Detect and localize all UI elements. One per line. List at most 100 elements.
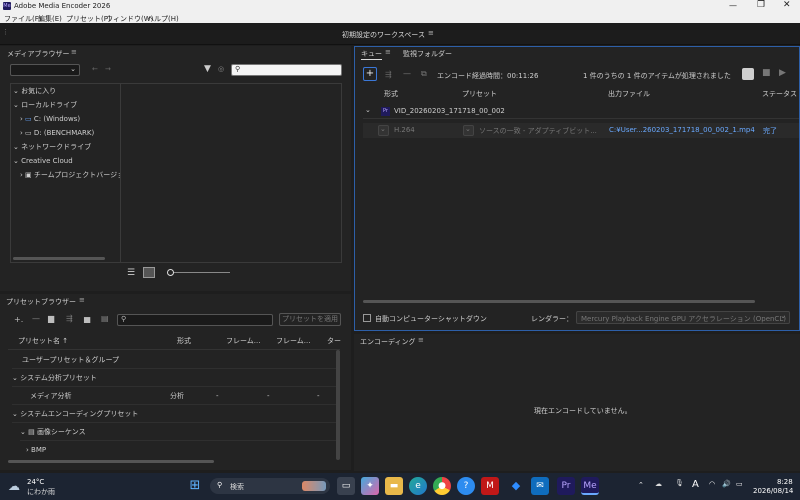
tree-item-local-drives[interactable]: ⌄ ローカルドライブ — [13, 99, 77, 111]
clock-date[interactable]: 2026/08/14 — [753, 487, 793, 495]
preset-row-media-analysis[interactable]: メディア分析 分析 - - - — [12, 388, 340, 405]
clock-time[interactable]: 8:28 — [777, 478, 793, 486]
col-target[interactable]: ター — [327, 336, 341, 346]
chrome-icon[interactable]: ● — [433, 477, 451, 495]
list-view-icon[interactable]: ☰ — [127, 268, 135, 278]
wifi-icon[interactable]: ◠ — [709, 480, 715, 488]
queue-output-row[interactable]: ⌄ H.264 ⌄ ソースの一致 - アダプティブビット... C:¥User.… — [363, 123, 799, 138]
stop-icon[interactable]: ■ — [762, 68, 771, 78]
outlook-icon[interactable]: ✉ — [531, 477, 549, 495]
zoom-slider[interactable] — [168, 272, 230, 273]
col-status[interactable]: ステータス — [762, 89, 800, 99]
duplicate-icon[interactable]: ⧉ — [421, 69, 427, 79]
workspace-title[interactable]: 初期設定のワークスペース — [342, 30, 425, 40]
encoding-panel: エンコーディング ≡ 現在エンコードしていません。 — [354, 334, 800, 471]
col-format[interactable]: 形式 — [384, 89, 398, 99]
play-icon[interactable]: ▶ — [779, 68, 786, 78]
col-preset-format[interactable]: 形式 — [177, 336, 191, 346]
start-queue-icon-box[interactable] — [742, 68, 754, 80]
tree-item-creative-cloud[interactable]: ⌄ Creative Cloud — [13, 155, 73, 167]
close-icon[interactable]: ✕ — [783, 0, 791, 10]
import-preset-icon[interactable]: ▅ — [84, 314, 90, 323]
forward-arrow-icon[interactable]: → — [105, 65, 111, 73]
tree-scrollbar[interactable] — [13, 257, 105, 260]
remove-icon[interactable]: — — [403, 69, 411, 78]
microphone-icon[interactable]: 🎙 — [675, 479, 684, 487]
preset-dropdown[interactable]: ⌄ — [463, 125, 474, 136]
col-preset-name[interactable]: プリセット名 ↑ — [18, 336, 68, 346]
format-dropdown[interactable]: ⌄ — [378, 125, 389, 136]
tree-item-favorites[interactable]: ⌄ お気に入り — [13, 85, 56, 97]
preset-row-system-analysis[interactable]: ⌄ システム分析プリセット — [12, 370, 340, 387]
media-search-input[interactable]: ⚲ — [231, 64, 342, 76]
battery-icon[interactable]: ▭ — [736, 480, 743, 488]
volume-icon[interactable]: 🔊 — [722, 480, 731, 488]
start-button-icon[interactable]: ⊞ — [186, 477, 204, 495]
tree-item-drive-d[interactable]: › ▭ D: (BENCHMARK) — [20, 127, 94, 139]
edge-icon[interactable]: e — [409, 477, 427, 495]
renderer-dropdown[interactable]: Mercury Playback Engine GPU アクセラレーション (O… — [576, 311, 790, 324]
remove-preset-icon[interactable]: — — [32, 314, 40, 323]
premiere-taskbar-icon[interactable]: Pr — [557, 477, 575, 495]
shutdown-checkbox[interactable] — [363, 314, 371, 322]
filter-icon[interactable]: ▼ — [204, 64, 211, 74]
zoom-slider-handle[interactable] — [167, 269, 174, 276]
panel-menu-icon[interactable]: ≡ — [418, 336, 424, 344]
queue-item-header[interactable]: ⌄ Pr VID_20260203_171718_00_002 — [363, 105, 799, 119]
add-source-button[interactable]: + — [363, 67, 377, 81]
thumbnail-view-icon[interactable] — [143, 267, 155, 278]
apply-preset-button[interactable]: プリセットを適用 — [279, 313, 341, 326]
mcafee-icon[interactable]: M — [481, 477, 499, 495]
col-frame-rate[interactable]: フレーム... — [276, 336, 310, 346]
preset-horizontal-scrollbar[interactable] — [8, 460, 214, 463]
new-preset-icon[interactable]: +. — [14, 315, 23, 324]
tree-item-team-projects[interactable]: › ▣ チームプロジェクトバージョン — [20, 169, 120, 181]
view-icon[interactable]: ◎ — [218, 65, 224, 73]
col-frame-size[interactable]: フレーム... — [226, 336, 260, 346]
panel-menu-icon[interactable]: ≡ — [79, 296, 85, 304]
tab-watch-folders[interactable]: 監視フォルダー — [403, 49, 452, 59]
search-highlight-icon — [302, 481, 326, 491]
dropbox-icon[interactable]: ◆ — [507, 477, 525, 495]
new-group-icon[interactable]: ▆ — [48, 314, 54, 323]
preset-vertical-scrollbar[interactable] — [336, 350, 340, 460]
chevron-down-icon[interactable]: ⌄ — [365, 106, 371, 114]
weather-icon[interactable]: ☁ — [8, 479, 20, 493]
settings-icon[interactable]: ⇶ — [385, 70, 392, 79]
copilot-icon[interactable]: ✦ — [361, 477, 379, 495]
task-view-icon[interactable]: ▭ — [337, 477, 355, 495]
tree-item-drive-c[interactable]: › ▭ C: (Windows) — [20, 113, 80, 125]
workspace-bar: ⋮ 初期設定のワークスペース ≡ — [0, 23, 800, 45]
tab-queue[interactable]: キュー — [361, 49, 382, 60]
chevron-down-icon: ⌄ — [465, 125, 471, 133]
preset-row-user-presets[interactable]: ユーザープリセット＆グループ — [12, 352, 340, 369]
tree-item-network-drives[interactable]: ⌄ ネットワークドライブ — [13, 141, 91, 153]
onedrive-icon[interactable]: ☁ — [655, 480, 662, 488]
preset-row-bmp[interactable]: › BMP — [26, 442, 340, 459]
queue-scrollbar[interactable] — [363, 300, 755, 303]
panel-menu-icon[interactable]: ≡ — [385, 48, 391, 56]
location-dropdown[interactable]: ⌄ — [10, 64, 80, 76]
weather-desc[interactable]: にわか雨 — [27, 487, 55, 497]
preset-settings-icon[interactable]: ⇶ — [66, 314, 73, 323]
preset-row-system-encoding[interactable]: ⌄ システムエンコーディングプリセット — [12, 406, 340, 423]
help-icon[interactable]: ? — [457, 477, 475, 495]
panel-menu-icon[interactable]: ≡ — [71, 48, 77, 56]
output-file-link[interactable]: C:¥User...260203_171718_00_002_1.mp4 — [609, 126, 755, 134]
ime-indicator[interactable]: A — [692, 479, 699, 490]
workspace-menu-icon[interactable]: ≡ — [428, 29, 434, 37]
preset-search-input[interactable]: ⚲ — [117, 314, 273, 326]
preset-value: ソースの一致 - アダプティブビット... — [479, 127, 597, 135]
col-output[interactable]: 出力ファイル — [608, 89, 650, 99]
minimize-icon[interactable]: — — [729, 1, 737, 10]
chevron-up-icon[interactable]: ⌃ — [638, 481, 644, 489]
preset-row-image-sequence[interactable]: ⌄ ▤ 画像シーケンス — [20, 424, 340, 441]
media-encoder-taskbar-icon[interactable]: Me — [581, 477, 599, 495]
export-preset-icon[interactable]: ▤ — [101, 314, 109, 323]
taskbar-search-input[interactable]: ⚲ 検索 — [210, 478, 330, 494]
maximize-icon[interactable]: ❐ — [757, 0, 765, 10]
file-explorer-icon[interactable]: ▬ — [385, 477, 403, 495]
back-arrow-icon[interactable]: ← — [92, 65, 98, 73]
weather-temp[interactable]: 24°C — [27, 478, 44, 486]
col-preset[interactable]: プリセット — [462, 89, 497, 99]
